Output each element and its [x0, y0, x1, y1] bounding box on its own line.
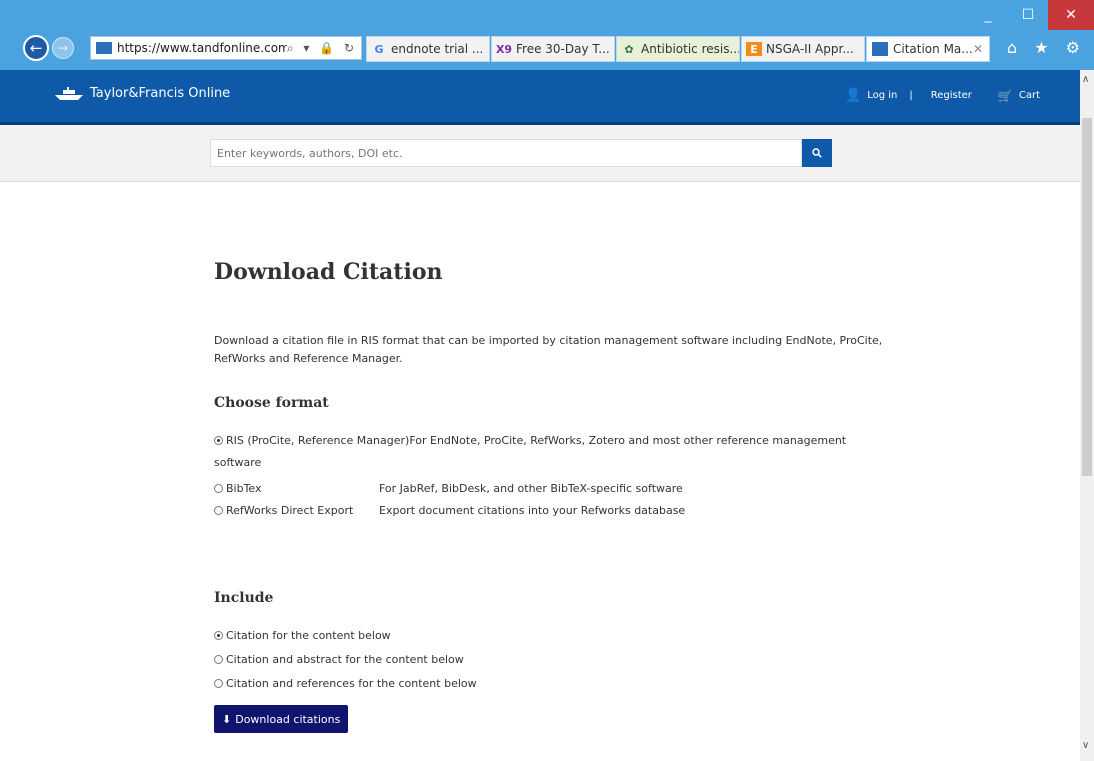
tab-citation-manager[interactable]: Citation Ma... ✕ [866, 36, 990, 62]
search-icon [812, 148, 822, 158]
maximize-button[interactable]: ☐ [1008, 0, 1048, 30]
brand-logo[interactable]: Taylor&Francis Online [54, 86, 230, 101]
address-url[interactable]: https://www.tandfonline.com/ [117, 41, 287, 55]
arrow-left-icon: ← [29, 39, 43, 57]
scroll-up-icon[interactable]: ∧ [1082, 74, 1089, 85]
close-window-button[interactable]: ✕ [1048, 0, 1094, 30]
google-icon: G [374, 42, 384, 56]
format-label: BibTex [226, 482, 262, 495]
site-favicon-icon [95, 41, 113, 55]
separator: | [909, 90, 913, 101]
tab-free-trial[interactable]: X9 Free 30-Day T... [491, 36, 615, 62]
download-icon: ⬇ [222, 712, 232, 726]
radio-selected[interactable] [214, 631, 223, 640]
format-option-ris[interactable]: RIS (ProCite, Reference Manager)For EndN… [214, 430, 854, 474]
tab-label: Antibiotic resis... [641, 42, 740, 56]
page-title: Download Citation [214, 259, 443, 285]
tandf-icon [871, 41, 889, 57]
download-citations-button[interactable]: ⬇ Download citations [214, 705, 349, 733]
site-icon: ✿ [624, 42, 634, 56]
tab-nsga[interactable]: E NSGA-II Appr... [741, 36, 865, 62]
format-description: For JabRef, BibDesk, and other BibTeX-sp… [379, 482, 683, 495]
radio-unselected[interactable] [214, 655, 223, 664]
login-link[interactable]: Log in [867, 90, 897, 101]
tab-endnote-trial[interactable]: G endnote trial ... [366, 36, 490, 62]
intro-text: Download a citation file in RIS format t… [214, 334, 883, 365]
brand-name: Taylor&Francis Online [90, 86, 231, 101]
cart-icon[interactable]: 🛒 [998, 89, 1013, 103]
ship-logo-icon [55, 86, 83, 100]
close-tab-icon[interactable]: ✕ [973, 42, 989, 56]
search-button[interactable] [802, 139, 832, 167]
radio-unselected[interactable] [214, 506, 223, 515]
tab-label: endnote trial ... [391, 42, 484, 56]
tab-label: NSGA-II Appr... [766, 42, 854, 56]
toolbar-icons[interactable]: ⌂ ★ ⚙ [1007, 38, 1086, 57]
search-band [0, 125, 1080, 182]
cart-link[interactable]: Cart [1019, 90, 1040, 101]
format-label: RIS (ProCite, Reference Manager) [226, 434, 410, 447]
include-option-citation[interactable]: Citation for the content below [214, 625, 391, 647]
navigation-bar: ← → https://www.tandfonline.com/ ⌕ ▾ 🔒 ↻… [0, 33, 1094, 63]
address-bar[interactable]: https://www.tandfonline.com/ ⌕ ▾ 🔒 ↻ [90, 36, 362, 60]
minimize-button[interactable]: _ [968, 0, 1008, 30]
window-controls: _ ☐ ✕ [968, 0, 1094, 30]
format-option-refworks[interactable]: RefWorks Direct Export Export document c… [214, 500, 685, 522]
address-tools-icons[interactable]: ⌕ ▾ 🔒 ↻ [287, 41, 361, 56]
forward-button[interactable]: → [52, 37, 74, 59]
include-heading: Include [214, 590, 274, 606]
format-heading: Choose format [214, 395, 329, 411]
radio-selected[interactable] [214, 436, 223, 445]
elsevier-icon: E [746, 42, 762, 56]
radio-unselected[interactable] [214, 484, 223, 493]
format-description: Export document citations into your Refw… [379, 504, 686, 517]
format-option-bibtex[interactable]: BibTex For JabRef, BibDesk, and other Bi… [214, 478, 683, 500]
tab-label: Citation Ma... [893, 42, 973, 56]
header-links: 👤 Log in | Register 🛒 Cart [839, 88, 1040, 103]
search-input[interactable] [210, 139, 802, 167]
arrow-right-icon: → [57, 41, 69, 55]
download-label: Download citations [235, 712, 341, 726]
browser-chrome: _ ☐ ✕ ← → https://www.tandfonline.com/ ⌕… [0, 0, 1094, 70]
x9-icon: X9 [495, 42, 513, 56]
include-label: Citation for the content below [226, 629, 391, 642]
include-option-references[interactable]: Citation and references for the content … [214, 673, 477, 695]
scrollbar-thumb[interactable] [1082, 118, 1092, 476]
include-label: Citation and references for the content … [226, 677, 477, 690]
include-option-abstract[interactable]: Citation and abstract for the content be… [214, 649, 464, 671]
site-header: Taylor&Francis Online 👤 Log in | Registe… [0, 70, 1080, 125]
radio-unselected[interactable] [214, 679, 223, 688]
vertical-scrollbar[interactable]: ∧ ∨ [1080, 70, 1094, 761]
tab-antibiotic[interactable]: ✿ Antibiotic resis... [616, 36, 740, 62]
format-label: RefWorks Direct Export [226, 504, 354, 517]
back-button[interactable]: ← [23, 35, 49, 61]
register-link[interactable]: Register [931, 90, 972, 101]
scroll-down-icon[interactable]: ∨ [1082, 740, 1089, 751]
include-label: Citation and abstract for the content be… [226, 653, 464, 666]
user-icon: 👤 [845, 88, 862, 103]
tab-label: Free 30-Day T... [516, 42, 610, 56]
